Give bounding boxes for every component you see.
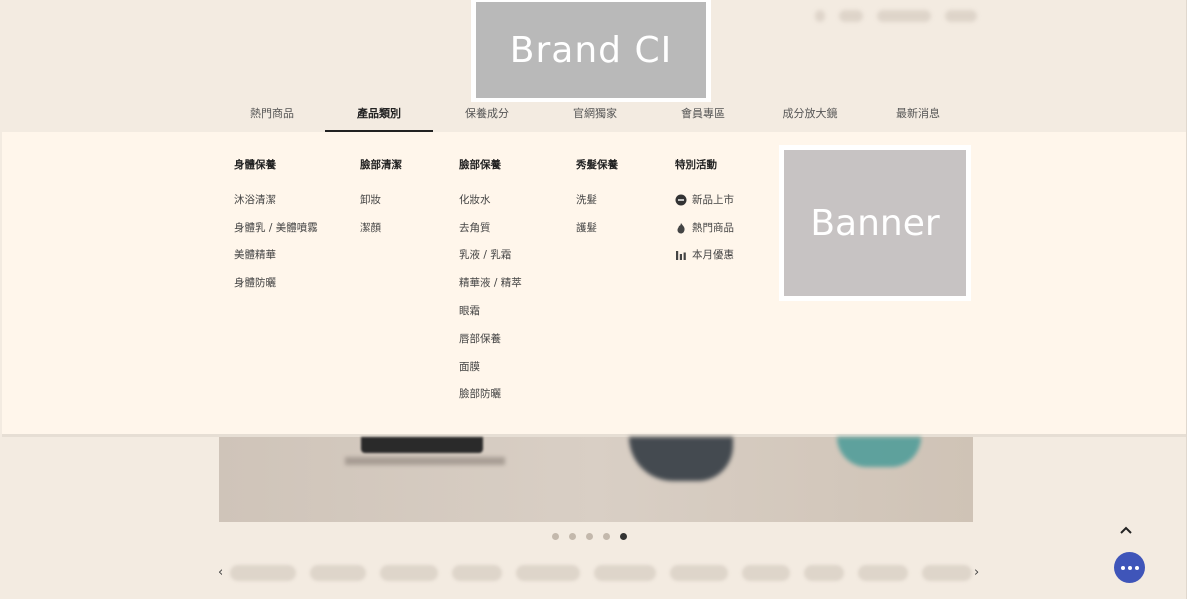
- carousel-dot-active[interactable]: [620, 533, 627, 540]
- tag-chip[interactable]: [742, 565, 790, 581]
- nav-item-latest-news[interactable]: 最新消息: [864, 96, 972, 130]
- menu-link[interactable]: 洗髮: [576, 186, 618, 214]
- menu-link[interactable]: 乳液 / 乳霜: [459, 242, 522, 270]
- new-badge-icon: [675, 194, 687, 206]
- nav-item-hot-products[interactable]: 熱門商品: [218, 96, 326, 130]
- menu-column-heading: 秀髮保養: [576, 159, 618, 171]
- tag-chip[interactable]: [516, 565, 580, 581]
- menu-link[interactable]: 潔顏: [360, 214, 402, 242]
- menu-column-face-cleansing: 臉部清潔 卸妝 潔顏: [360, 158, 402, 242]
- menu-column-heading: 身體保養: [234, 159, 276, 171]
- brand-logo-text: Brand CI: [509, 29, 673, 71]
- hero-product-image: [629, 437, 733, 481]
- menu-link-monthly-deals[interactable]: 本月優惠: [675, 242, 734, 270]
- cart-link[interactable]: [839, 10, 863, 22]
- tag-strip: ‹ ›: [218, 565, 982, 583]
- account-link[interactable]: [945, 10, 977, 22]
- chevron-left-icon[interactable]: ‹: [218, 565, 223, 580]
- banner-placeholder: Banner: [784, 150, 966, 296]
- carousel-dot[interactable]: [586, 533, 593, 540]
- menu-column-heading: 特別活動: [675, 159, 717, 171]
- menu-link-label: 熱門商品: [692, 221, 734, 234]
- hero-note-text: [345, 457, 505, 465]
- nav-item-ingredients[interactable]: 保養成分: [433, 96, 541, 130]
- brand-logo[interactable]: Brand CI: [471, 0, 711, 102]
- nav-item-member-zone[interactable]: 會員專區: [649, 96, 757, 130]
- menu-link[interactable]: 臉部防曬: [459, 381, 522, 409]
- menu-link[interactable]: 身體乳 / 美體噴霧: [234, 214, 318, 242]
- menu-link[interactable]: 唇部保養: [459, 325, 522, 353]
- tag-chip[interactable]: [310, 565, 366, 581]
- hero-carousel[interactable]: [219, 437, 973, 522]
- chevron-up-icon: [1120, 526, 1132, 534]
- hero-cta-button[interactable]: [361, 437, 483, 453]
- top-utility-bar: [815, 10, 977, 22]
- chevron-right-icon[interactable]: ›: [974, 565, 979, 580]
- tag-chip[interactable]: [594, 565, 656, 581]
- carousel-dot[interactable]: [603, 533, 610, 540]
- search-icon[interactable]: [815, 10, 825, 22]
- menu-link[interactable]: 美體精華: [234, 242, 318, 270]
- brand-logo-placeholder: Brand CI: [476, 2, 706, 98]
- nav-item-product-categories[interactable]: 產品類別: [325, 96, 433, 132]
- tag-chip[interactable]: [858, 565, 908, 581]
- menu-link-hot-products[interactable]: 熱門商品: [675, 214, 734, 242]
- banner-text: Banner: [810, 202, 940, 244]
- main-navigation: 熱門商品 產品類別 保養成分 官網獨家 會員專區 成分放大鏡 最新消息: [0, 96, 1187, 132]
- tag-chip[interactable]: [670, 565, 728, 581]
- menu-link[interactable]: 身體防曬: [234, 269, 318, 297]
- back-to-top-button[interactable]: [1117, 522, 1135, 540]
- tag-chip[interactable]: [452, 565, 502, 581]
- menu-link[interactable]: 護髮: [576, 214, 618, 242]
- menu-link[interactable]: 卸妝: [360, 186, 402, 214]
- menu-column-face-care: 臉部保養 化妝水 去角質 乳液 / 乳霜 精華液 / 精萃 眼霜 唇部保養 面膜…: [459, 158, 522, 408]
- menu-link[interactable]: 眼霜: [459, 297, 522, 325]
- carousel-dot[interactable]: [552, 533, 559, 540]
- menu-link[interactable]: 沐浴清潔: [234, 186, 318, 214]
- menu-column-special-events: 特別活動 新品上市 熱門商品 本月優惠: [675, 158, 734, 269]
- tag-chip[interactable]: [380, 565, 438, 581]
- menu-link-new-arrivals[interactable]: 新品上市: [675, 186, 734, 214]
- menu-link-label: 新品上市: [692, 193, 734, 206]
- carousel-dot[interactable]: [569, 533, 576, 540]
- menu-banner[interactable]: Banner: [779, 145, 971, 301]
- member-link[interactable]: [877, 10, 931, 22]
- menu-link[interactable]: 面膜: [459, 353, 522, 381]
- tag-chip[interactable]: [804, 565, 844, 581]
- chat-button[interactable]: [1114, 552, 1145, 583]
- menu-column-heading: 臉部保養: [459, 159, 501, 171]
- bar-chart-icon: [675, 249, 687, 261]
- tag-chip[interactable]: [922, 565, 972, 581]
- nav-item-online-exclusive[interactable]: 官網獨家: [541, 96, 649, 130]
- menu-column-body-care: 身體保養 沐浴清潔 身體乳 / 美體噴霧 美體精華 身體防曬: [234, 158, 318, 297]
- tag-chip[interactable]: [230, 565, 296, 581]
- flame-icon: [675, 222, 687, 234]
- hero-badge: [837, 437, 921, 467]
- menu-column-heading: 臉部清潔: [360, 159, 402, 171]
- more-dots-icon: [1120, 565, 1139, 570]
- nav-item-ingredient-magnifier[interactable]: 成分放大鏡: [756, 96, 864, 130]
- menu-column-hair-care: 秀髮保養 洗髮 護髮: [576, 158, 618, 242]
- carousel-pagination: [552, 533, 627, 540]
- menu-link[interactable]: 精華液 / 精萃: [459, 269, 522, 297]
- menu-link[interactable]: 化妝水: [459, 186, 522, 214]
- menu-link-label: 本月優惠: [692, 249, 734, 262]
- menu-link[interactable]: 去角質: [459, 214, 522, 242]
